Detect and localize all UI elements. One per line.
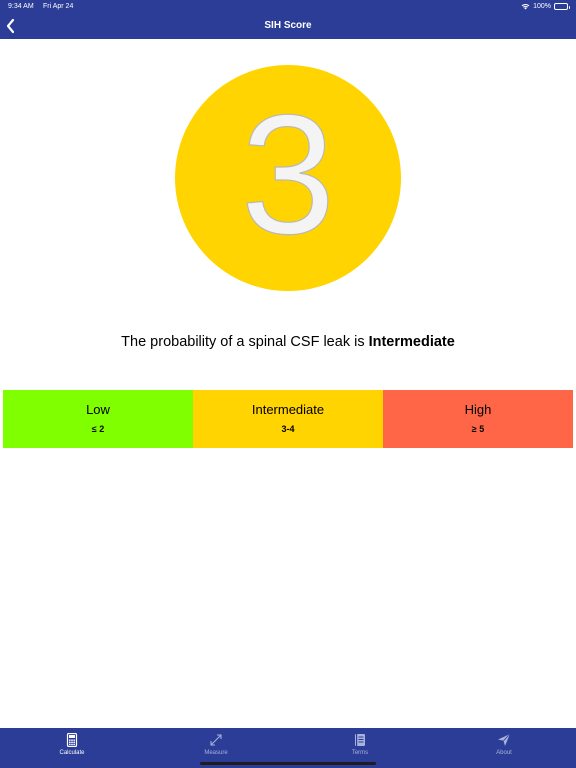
scale-intermediate-range: 3-4 — [281, 424, 295, 434]
tab-measure-label: Measure — [204, 750, 228, 756]
resize-arrows-icon — [210, 734, 222, 746]
scale-high-range: ≥ 5 — [471, 424, 485, 434]
battery-percent: 100% — [533, 3, 551, 10]
scale-intermediate-label: Intermediate — [251, 402, 325, 417]
tab-calculate-label: Calculate — [59, 750, 85, 756]
scale-high: High ≥ 5 — [383, 390, 573, 448]
tab-about-label: About — [496, 750, 512, 756]
tab-about[interactable]: About — [432, 728, 576, 768]
probability-text: The probability of a spinal CSF leak is … — [0, 334, 576, 350]
tab-terms-label: Terms — [351, 750, 369, 756]
score-circle: 3 — [175, 65, 401, 291]
status-right: 100% — [521, 0, 570, 13]
scale-low-range: ≤ 2 — [91, 424, 105, 434]
tab-calculate[interactable]: Calculate — [0, 728, 144, 768]
wifi-icon — [521, 3, 530, 10]
score-value: 3 — [240, 80, 336, 270]
calculator-icon — [66, 733, 78, 747]
home-indicator — [200, 762, 376, 765]
status-bar: 9:34 AM Fri Apr 24 100% — [0, 0, 576, 13]
paper-plane-icon — [498, 733, 511, 746]
book-icon — [355, 734, 365, 746]
navigation-bar: SIH Score — [0, 13, 576, 39]
scale-low: Low ≤ 2 — [3, 390, 193, 448]
probability-scale: Low ≤ 2 Intermediate 3-4 High ≥ 5 — [3, 390, 573, 448]
scale-low-label: Low — [86, 402, 110, 417]
probability-prefix: The probability of a spinal CSF leak is — [121, 334, 369, 350]
page-title: SIH Score — [264, 20, 312, 31]
status-date: Fri Apr 24 — [43, 3, 74, 10]
battery-icon — [554, 3, 570, 10]
status-time: 9:34 AM — [8, 3, 34, 10]
probability-level: Intermediate — [368, 334, 455, 350]
scale-high-label: High — [464, 402, 492, 417]
scale-intermediate: Intermediate 3-4 — [193, 390, 383, 448]
